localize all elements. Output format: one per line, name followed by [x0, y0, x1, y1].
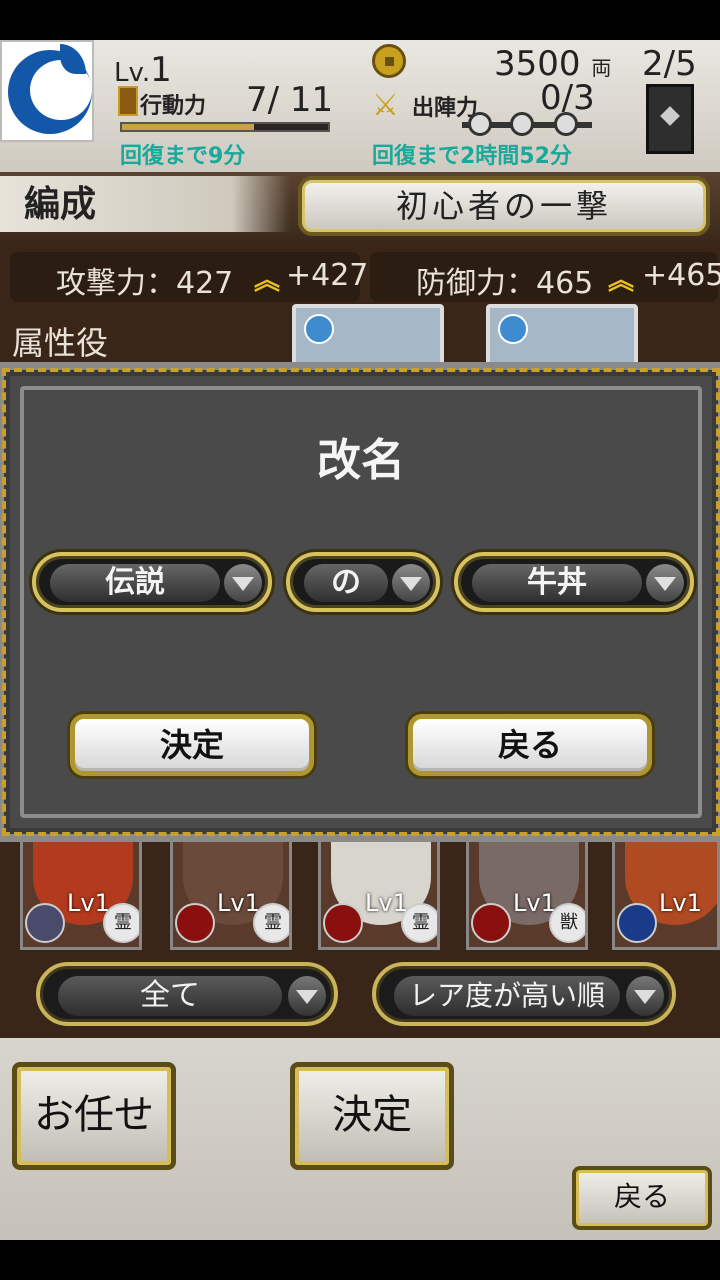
character-card[interactable]: Lv1 霊 — [318, 826, 440, 950]
stats-row: 攻撃力：427 ︽ +427 防御力：465 ︽ +465 — [0, 252, 720, 304]
dialog-confirm-button[interactable]: 決定 — [70, 714, 314, 776]
status-bar — [0, 0, 720, 40]
dialog-title: 改名 — [317, 435, 405, 486]
character-card[interactable]: Lv1 霊 — [170, 826, 292, 950]
chevron-down-icon — [626, 976, 664, 1016]
attack-label: 攻撃力：427 — [56, 266, 234, 301]
chevron-down-icon — [392, 564, 430, 602]
defense-bonus: +465 — [642, 258, 720, 293]
deck-name-button[interactable]: 初心者の一撃 — [298, 176, 710, 236]
player-hud: Lv.1 行動力 7/ 11 回復まで9分 3500 両 ⚔ 出陣力 0/3 回… — [0, 40, 720, 172]
name-part-1-select[interactable]: 伝説 — [32, 552, 272, 612]
card-stack-icon[interactable] — [646, 84, 694, 154]
up-chevron-icon: ︽ — [608, 266, 635, 296]
dialog-back-button[interactable]: 戻る — [408, 714, 652, 776]
page-title: 編成 — [0, 176, 290, 232]
name-part-3-select[interactable]: 牛丼 — [454, 552, 694, 612]
defense-label: 防御力：465 — [416, 266, 594, 301]
filter-dropdown[interactable]: 全て — [36, 962, 338, 1026]
name-part-2-select[interactable]: の — [286, 552, 440, 612]
sortie-power-pips — [462, 112, 592, 136]
attack-bonus: +427 — [286, 258, 369, 293]
action-point-value: 7/ 11 — [246, 80, 334, 120]
action-point-icon — [118, 86, 138, 116]
level-display: Lv.1 — [114, 50, 172, 90]
defense-stat: 防御力：465 ︽ +465 — [370, 252, 720, 302]
confirm-button[interactable]: 決定 — [290, 1062, 454, 1170]
chevron-down-icon — [224, 564, 262, 602]
bottom-panel: お任せ 決定 戻る — [0, 1038, 720, 1240]
action-point-bar — [120, 122, 330, 132]
character-card[interactable]: Lv1 — [612, 826, 720, 950]
up-chevron-icon: ︽ — [254, 266, 281, 296]
back-button[interactable]: 戻る — [572, 1166, 712, 1230]
chevron-down-icon — [288, 976, 326, 1016]
coin-icon — [372, 44, 406, 78]
sortie-recover-timer: 回復まで2時間52分 — [372, 144, 572, 169]
rename-dialog: 改名 伝説 の 牛丼 決定 戻る — [2, 368, 720, 836]
action-point-label: 行動力 — [140, 94, 207, 119]
chevron-down-icon — [646, 564, 684, 602]
character-card[interactable]: Lv1 獣 — [466, 826, 588, 950]
attack-stat: 攻撃力：427 ︽ +427 — [10, 252, 368, 302]
character-card[interactable]: Lv1 霊 — [20, 826, 142, 950]
sort-row: 全て レア度が高い順 — [0, 962, 720, 1034]
player-avatar[interactable] — [0, 40, 94, 142]
auto-assign-button[interactable]: お任せ — [12, 1062, 176, 1170]
attribute-label: 属性役 — [12, 324, 109, 362]
sortie-power-label: 出陣力 — [412, 96, 479, 121]
sort-dropdown[interactable]: レア度が高い順 — [372, 962, 676, 1026]
page-count: 2/5 — [642, 44, 697, 84]
crossed-swords-icon: ⚔ — [372, 88, 399, 123]
navigation-bar — [0, 1240, 720, 1280]
action-point-recover-timer: 回復まで9分 — [120, 144, 246, 169]
character-list: Lv1 霊 Lv1 霊 Lv1 霊 Lv1 獣 Lv1 — [0, 826, 720, 956]
